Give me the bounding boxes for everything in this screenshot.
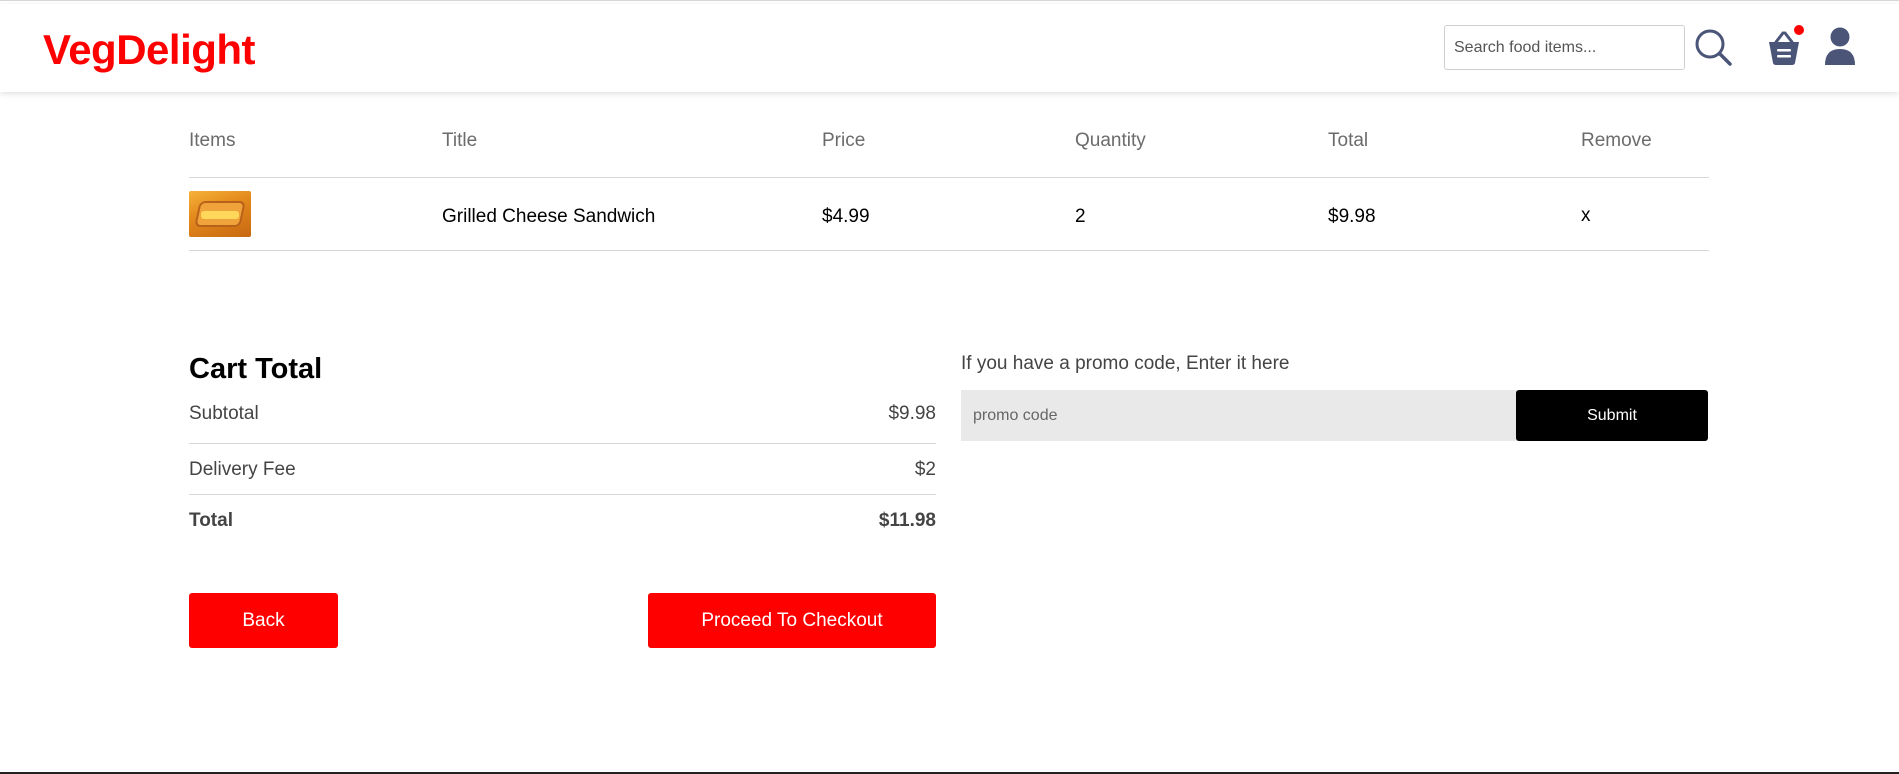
profile-icon[interactable] [1823, 26, 1857, 68]
item-image [189, 191, 251, 237]
delivery-fee-value: $2 [914, 459, 936, 480]
cart-notification-dot [1794, 25, 1804, 35]
subtotal-row: Subtotal $9.98 [189, 393, 936, 444]
remove-item-button[interactable]: x [1581, 205, 1591, 227]
total-row: Total $11.98 [189, 495, 936, 546]
logo[interactable]: VegDelight [43, 26, 256, 74]
header-total: Total [1328, 130, 1369, 151]
cart-total-heading: Cart Total [189, 353, 323, 385]
search-icon[interactable] [1694, 28, 1734, 68]
back-button[interactable]: Back [189, 593, 338, 648]
total-label: Total [189, 510, 233, 531]
cart-total-panel: Cart Total Subtotal $9.98 Delivery Fee $… [189, 353, 936, 546]
item-total: $9.98 [1328, 206, 1376, 227]
item-title: Grilled Cheese Sandwich [442, 206, 656, 227]
header-items: Items [189, 130, 236, 151]
item-price: $4.99 [822, 206, 870, 227]
header-price: Price [822, 130, 866, 151]
navbar: VegDelight [0, 4, 1899, 92]
subtotal-value: $9.98 [888, 403, 936, 424]
promo-code-panel: If you have a promo code, Enter it here … [961, 353, 1708, 441]
search-input[interactable] [1444, 25, 1685, 70]
subtotal-label: Subtotal [189, 403, 259, 424]
promo-label: If you have a promo code, Enter it here [961, 353, 1290, 374]
header-title: Title [442, 130, 478, 151]
table-row: Grilled Cheese Sandwich $4.99 2 $9.98 x [189, 178, 1709, 251]
promo-submit-button[interactable]: Submit [1516, 390, 1708, 441]
promo-code-input[interactable] [961, 390, 1517, 441]
proceed-to-checkout-button[interactable]: Proceed To Checkout [648, 593, 936, 648]
delivery-fee-row: Delivery Fee $2 [189, 444, 936, 495]
header-remove: Remove [1581, 130, 1652, 151]
table-header: Items Title Price Quantity Total Remove [189, 116, 1709, 178]
header-quantity: Quantity [1075, 130, 1146, 151]
cart-items-table: Items Title Price Quantity Total Remove … [189, 116, 1709, 251]
item-quantity: 2 [1075, 206, 1086, 227]
delivery-fee-label: Delivery Fee [189, 459, 296, 480]
total-value: $11.98 [878, 510, 936, 531]
